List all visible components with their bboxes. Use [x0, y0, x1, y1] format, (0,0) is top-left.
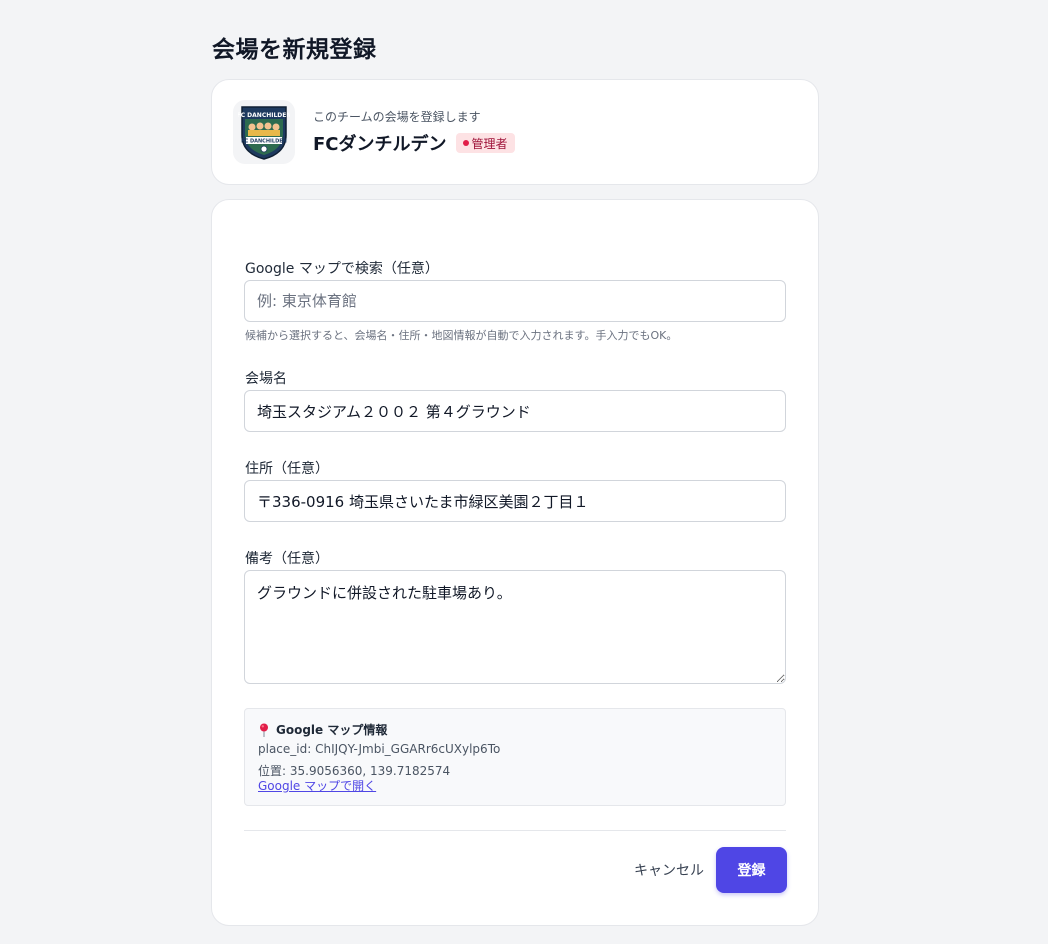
cancel-button[interactable]: キャンセル: [624, 848, 714, 892]
address-input[interactable]: [244, 480, 786, 522]
venue-name-label: 会場名: [245, 371, 287, 387]
team-name: FCダンチルデン: [313, 134, 447, 155]
team-subtitle: このチームの会場を登録します: [313, 110, 481, 124]
open-google-map-link[interactable]: Google マップで開く: [258, 777, 376, 794]
page-title: 会場を新規登録: [212, 37, 377, 63]
svg-text:FC DANCHILDEN: FC DANCHILDEN: [241, 139, 287, 145]
divider: [244, 830, 786, 831]
role-dot-icon: [462, 140, 469, 146]
search-help-text: 候補から選択すると、会場名・住所・地図情報が自動で入力されます。手入力でもOK。: [245, 329, 678, 342]
google-map-info-panel: Google マップ情報 place_id: ChIJQY-Jmbi_GGARr…: [244, 708, 786, 806]
team-card: FC DANCHILDEN FC DANCHILDEN このチームの会場を登録し…: [211, 79, 819, 185]
team-crest-icon: FC DANCHILDEN FC DANCHILDEN: [238, 106, 290, 160]
notes-label: 備考（任意）: [245, 551, 329, 567]
role-badge: 管理者: [455, 133, 515, 153]
venue-name-input[interactable]: [244, 390, 786, 432]
search-label: Google マップで検索（任意）: [245, 261, 439, 277]
map-info-title: Google マップ情報: [258, 721, 387, 738]
place-id-text: place_id: ChIJQY-Jmbi_GGARr6cUXylp6To: [258, 742, 501, 756]
role-badge-label: 管理者: [471, 136, 508, 151]
svg-text:FC DANCHILDEN: FC DANCHILDEN: [238, 112, 290, 119]
address-label: 住所（任意）: [245, 461, 329, 477]
submit-button[interactable]: 登録: [716, 847, 787, 893]
notes-textarea[interactable]: グラウンドに併設された駐車場あり。: [244, 570, 786, 684]
team-name-row: FCダンチルデン 管理者: [313, 130, 515, 156]
venue-form: Google マップで検索（任意） 候補から選択すると、会場名・住所・地図情報が…: [211, 199, 819, 926]
map-info-title-text: Google マップ情報: [276, 723, 388, 737]
pin-icon: [260, 723, 268, 737]
google-map-search-input[interactable]: [244, 280, 786, 322]
team-logo: FC DANCHILDEN FC DANCHILDEN: [233, 100, 295, 164]
